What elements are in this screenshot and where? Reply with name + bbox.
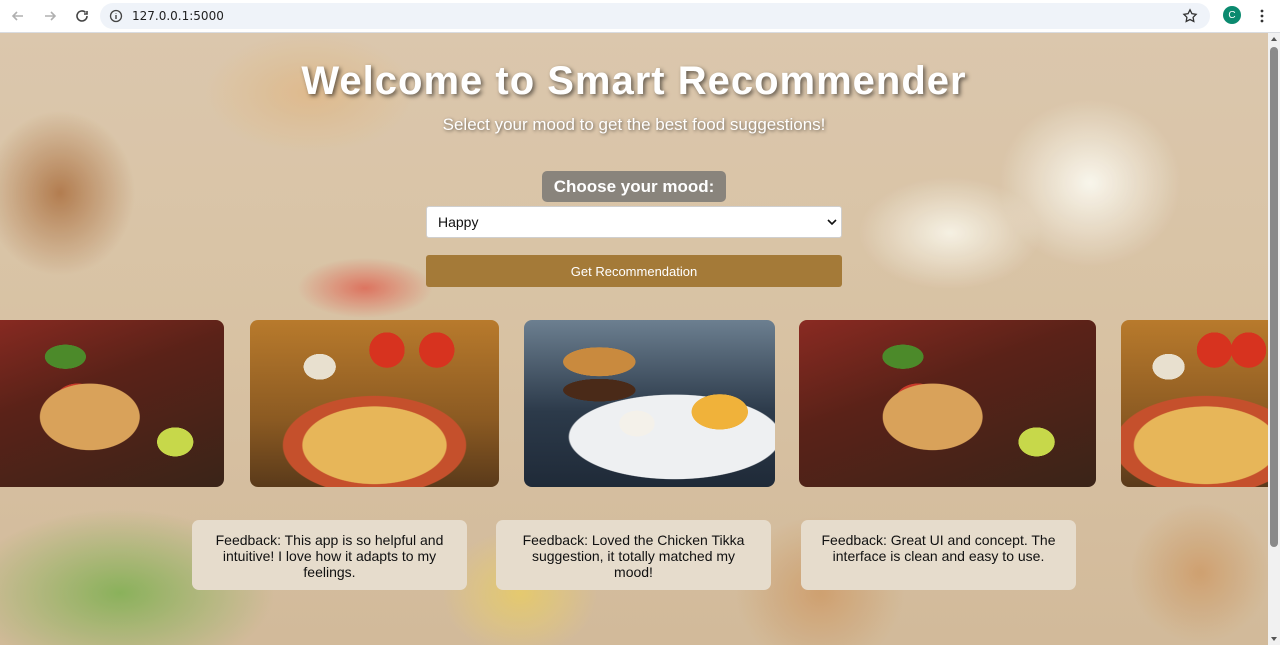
feedback-card: Feedback: This app is so helpful and int… <box>192 520 467 590</box>
food-image-wrap <box>0 320 224 487</box>
forward-button[interactable] <box>36 2 64 30</box>
scroll-up-arrow-icon[interactable] <box>1270 35 1278 43</box>
scroll-down-arrow-icon[interactable] <box>1270 635 1278 643</box>
feedback-card: Feedback: Loved the Chicken Tikka sugges… <box>496 520 771 590</box>
menu-icon[interactable] <box>1254 8 1270 24</box>
browser-toolbar: 127.0.0.1:5000 C <box>0 0 1280 33</box>
food-image-wrap <box>799 320 1096 487</box>
bookmark-star-icon[interactable] <box>1182 8 1198 24</box>
page-subtitle: Select your mood to get the best food su… <box>442 115 826 134</box>
arrow-left-icon <box>11 11 23 21</box>
mood-select-value: Happy <box>438 214 479 230</box>
food-image-pizza <box>250 320 499 487</box>
vertical-scrollbar[interactable] <box>1268 33 1280 645</box>
food-image-pizza <box>1121 320 1268 487</box>
profile-avatar[interactable]: C <box>1223 6 1241 24</box>
reload-button[interactable] <box>68 2 96 30</box>
mood-select[interactable]: Happy <box>426 206 842 238</box>
scrollbar-thumb[interactable] <box>1270 47 1278 547</box>
reload-icon <box>76 10 88 22</box>
page-title: Welcome to Smart Recommender <box>301 59 967 103</box>
arrow-right-icon <box>45 11 57 21</box>
feedback-card: Feedback: Great UI and concept. The inte… <box>801 520 1076 590</box>
food-image-burger <box>524 320 775 487</box>
url-text: 127.0.0.1:5000 <box>132 9 224 23</box>
get-recommendation-button[interactable]: Get Recommendation <box>426 255 842 287</box>
address-bar[interactable]: 127.0.0.1:5000 <box>100 3 1210 29</box>
chevron-down-icon <box>827 219 837 226</box>
mood-label: Choose your mood: <box>542 171 726 202</box>
page: Welcome to Smart Recommender Select your… <box>0 33 1268 645</box>
info-icon[interactable] <box>109 9 123 23</box>
back-button[interactable] <box>4 2 32 30</box>
